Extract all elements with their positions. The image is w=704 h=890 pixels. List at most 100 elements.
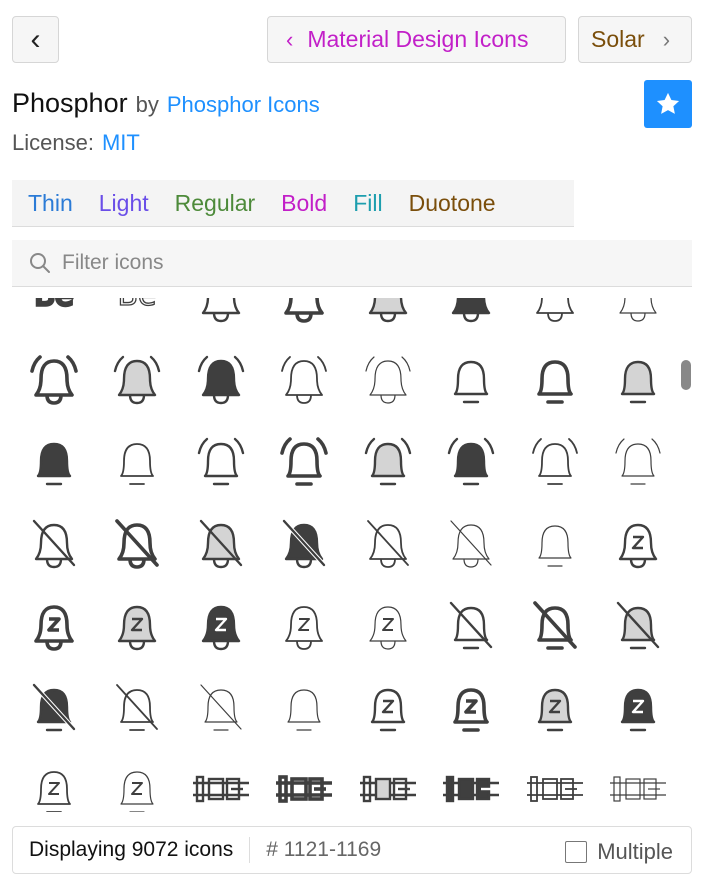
icon-cell[interactable] bbox=[179, 584, 263, 666]
tab-duotone[interactable]: Duotone bbox=[409, 190, 496, 217]
chevron-left-icon: ‹ bbox=[286, 26, 294, 52]
icon-cell[interactable] bbox=[179, 338, 263, 420]
icon-cell[interactable] bbox=[513, 502, 597, 584]
scrollbar-thumb[interactable] bbox=[681, 360, 691, 390]
bell-simple-slash-icon bbox=[31, 682, 76, 732]
icon-cell[interactable] bbox=[263, 502, 347, 584]
next-set-button[interactable]: Solar › bbox=[578, 16, 692, 63]
icon-cell[interactable] bbox=[263, 666, 347, 748]
icon-cell[interactable] bbox=[96, 666, 180, 748]
bell-simple-icon bbox=[536, 360, 573, 404]
icon-cell[interactable] bbox=[346, 338, 430, 420]
favorite-button[interactable] bbox=[644, 80, 692, 128]
filter-input[interactable] bbox=[62, 251, 662, 275]
tab-thin[interactable]: Thin bbox=[28, 190, 73, 217]
icon-cell[interactable]: Be bbox=[96, 298, 180, 338]
icon-cell[interactable] bbox=[597, 748, 681, 812]
icon-cell[interactable] bbox=[96, 420, 180, 502]
icon-cell[interactable] bbox=[597, 502, 681, 584]
icon-cell[interactable] bbox=[346, 584, 430, 666]
icon-cell[interactable] bbox=[179, 420, 263, 502]
bell-z-icon bbox=[369, 606, 407, 650]
belt-icon bbox=[276, 775, 333, 803]
icon-cell[interactable] bbox=[597, 420, 681, 502]
license-link[interactable]: MIT bbox=[102, 130, 140, 156]
icon-cell[interactable] bbox=[346, 298, 430, 338]
icon-cell[interactable] bbox=[263, 420, 347, 502]
icon-cell[interactable] bbox=[96, 502, 180, 584]
icon-cell[interactable] bbox=[263, 298, 347, 338]
multiple-toggle[interactable]: Multiple bbox=[565, 839, 673, 865]
icon-cell[interactable] bbox=[513, 298, 597, 338]
icon-cell[interactable] bbox=[12, 584, 96, 666]
icon-cell[interactable] bbox=[430, 502, 514, 584]
bell-simple-slash-icon bbox=[116, 684, 159, 731]
icon-cell[interactable] bbox=[430, 420, 514, 502]
previous-set-label: Material Design Icons bbox=[307, 26, 529, 52]
icon-cell[interactable] bbox=[430, 584, 514, 666]
search-icon bbox=[30, 253, 50, 273]
icon-cell[interactable] bbox=[96, 748, 180, 812]
bell-icon bbox=[535, 298, 574, 322]
bell-simple-icon bbox=[538, 525, 572, 567]
icon-cell[interactable] bbox=[12, 338, 96, 420]
bell-simple-ringing-icon bbox=[615, 438, 661, 485]
icon-cell[interactable] bbox=[597, 298, 681, 338]
icon-cell[interactable] bbox=[12, 420, 96, 502]
tab-light[interactable]: Light bbox=[99, 190, 149, 217]
icon-cell[interactable] bbox=[346, 502, 430, 584]
icon-cell[interactable] bbox=[513, 584, 597, 666]
icon-cell[interactable] bbox=[430, 338, 514, 420]
icon-cell[interactable] bbox=[430, 748, 514, 812]
icon-cell[interactable] bbox=[179, 502, 263, 584]
multiple-checkbox[interactable] bbox=[565, 841, 588, 863]
icon-cell[interactable] bbox=[12, 748, 96, 812]
belt-icon bbox=[610, 776, 667, 802]
bell-simple-icon bbox=[454, 360, 489, 404]
icon-row bbox=[12, 420, 680, 502]
icon-cell[interactable]: Be bbox=[12, 298, 96, 338]
icon-cell[interactable] bbox=[96, 584, 180, 666]
bell-z-icon bbox=[285, 606, 324, 650]
icon-row bbox=[12, 748, 680, 812]
icon-cell[interactable] bbox=[346, 420, 430, 502]
author-link[interactable]: Phosphor Icons bbox=[167, 92, 320, 118]
scrollbar[interactable] bbox=[680, 298, 692, 812]
previous-set-button[interactable]: ‹ Material Design Icons bbox=[267, 16, 566, 63]
belt-icon bbox=[359, 775, 416, 803]
back-button[interactable]: ‹ bbox=[12, 16, 59, 63]
icon-cell[interactable] bbox=[263, 584, 347, 666]
icon-cell[interactable] bbox=[96, 338, 180, 420]
icon-cell[interactable] bbox=[12, 502, 96, 584]
icon-cell[interactable] bbox=[430, 666, 514, 748]
tab-bold[interactable]: Bold bbox=[281, 190, 327, 217]
icon-cell[interactable] bbox=[513, 748, 597, 812]
bell-simple-z-icon bbox=[36, 771, 71, 812]
belt-icon bbox=[443, 775, 500, 803]
tab-fill[interactable]: Fill bbox=[353, 190, 382, 217]
icon-cell[interactable] bbox=[513, 338, 597, 420]
icon-cell[interactable] bbox=[513, 420, 597, 502]
icon-cell[interactable] bbox=[346, 748, 430, 812]
icon-cell[interactable] bbox=[179, 666, 263, 748]
icon-cell[interactable] bbox=[597, 666, 681, 748]
icon-cell[interactable] bbox=[263, 748, 347, 812]
icon-cell[interactable] bbox=[179, 298, 263, 338]
icon-cell[interactable] bbox=[597, 584, 681, 666]
icon-cell[interactable] bbox=[263, 338, 347, 420]
bell-ringing-icon bbox=[365, 356, 411, 404]
license-label: License: bbox=[12, 130, 94, 155]
icon-cell[interactable] bbox=[513, 666, 597, 748]
icon-cell[interactable] bbox=[179, 748, 263, 812]
set-name: Phosphor bbox=[12, 88, 128, 118]
bell-simple-slash-icon bbox=[450, 601, 493, 650]
icon-cell[interactable] bbox=[597, 338, 681, 420]
bell-slash-icon bbox=[450, 520, 492, 568]
tab-regular[interactable]: Regular bbox=[175, 190, 256, 217]
icon-cell[interactable] bbox=[430, 298, 514, 338]
icon-cell[interactable] bbox=[346, 666, 430, 748]
icon-row bbox=[12, 338, 680, 420]
bell-icon bbox=[368, 298, 407, 323]
icon-cell[interactable] bbox=[12, 666, 96, 748]
bell-slash-icon bbox=[366, 520, 409, 568]
